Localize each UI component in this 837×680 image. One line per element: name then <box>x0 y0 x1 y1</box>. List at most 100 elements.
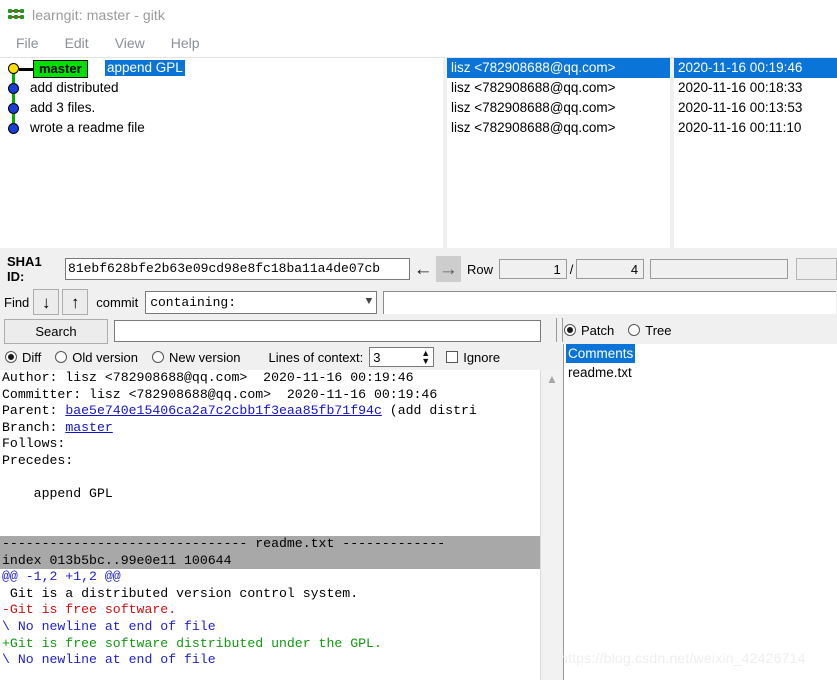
commit-author[interactable]: lisz <782908688@qq.com> <box>447 58 670 78</box>
radio-tree[interactable] <box>628 324 641 336</box>
branch-link[interactable]: master <box>65 420 112 435</box>
table-row[interactable]: master append GPL <box>0 58 443 78</box>
table-row[interactable]: wrote a readme file <box>0 118 443 138</box>
row-separator: / <box>569 261 574 277</box>
ignore-space-checkbox[interactable] <box>446 351 459 363</box>
radio-patch-label: Patch <box>581 322 615 338</box>
radio-tree-label: Tree <box>645 322 672 338</box>
menu-help[interactable]: Help <box>158 33 213 54</box>
row-extra-button[interactable] <box>795 258 837 280</box>
parent-sha-link[interactable]: bae5e740e15406ca2a7c2cbb1f3eaa85fb71f94c <box>65 403 382 418</box>
radio-new-version[interactable] <box>152 351 165 363</box>
commit-author[interactable]: lisz <782908688@qq.com> <box>447 98 670 118</box>
search-input[interactable] <box>114 320 541 342</box>
commit-subject[interactable]: wrote a readme file <box>28 120 147 136</box>
commit-date[interactable]: 2020-11-16 00:18:33 <box>674 78 837 98</box>
commit-subject[interactable]: add distributed <box>28 80 121 96</box>
commit-date-panel[interactable]: 2020-11-16 00:19:46 2020-11-16 00:18:33 … <box>674 58 837 248</box>
gitk-icon <box>8 7 24 23</box>
diff-index-line: index 013b5bc..99e0e11 100644 <box>0 552 540 570</box>
lines-of-context-value: 3 <box>373 349 381 365</box>
detail-branch-line: Branch: master <box>0 420 540 437</box>
row-extra-field[interactable] <box>650 259 788 279</box>
diff-added-line: +Git is free software distributed under … <box>2 635 382 651</box>
detail-blank-line <box>0 470 540 487</box>
find-commit-label: commit <box>96 294 139 310</box>
watermark-text: https://blog.csdn.net/weixin_42426714 <box>560 650 806 666</box>
branch-ref-label[interactable]: master <box>33 60 88 78</box>
find-mode-value: containing: <box>150 294 237 310</box>
chevron-down-icon: ▼ <box>365 296 373 308</box>
diff-removed-line: -Git is free software. <box>2 602 177 618</box>
diff-view[interactable]: Author: lisz <782908688@qq.com> 2020-11-… <box>0 370 540 680</box>
ignore-space-label: Ignore <box>463 349 501 365</box>
lines-of-context-stepper[interactable]: 3 ▲ ▼ <box>369 347 435 367</box>
title-bar: learngit: master - gitk <box>0 0 837 30</box>
commit-author-panel[interactable]: lisz <782908688@qq.com> lisz <782908688@… <box>447 58 670 248</box>
detail-parent-label: Parent: <box>2 403 66 419</box>
file-list-comments[interactable]: Comments <box>566 344 636 363</box>
graph-node-head <box>8 63 19 74</box>
detail-committer-line: Committer: lisz <782908688@qq.com> 2020-… <box>2 386 438 402</box>
search-row: Search <box>0 318 560 344</box>
detail-parent-subject: (add distri <box>381 403 477 419</box>
detail-author-line: Author: lisz <782908688@qq.com> 2020-11-… <box>2 370 414 385</box>
list-item[interactable]: readme.txt <box>564 363 837 382</box>
find-mode-select[interactable]: containing: ▼ <box>145 290 378 314</box>
find-input[interactable] <box>383 290 836 314</box>
commit-graph-panel[interactable]: master append GPL add distributed add 3 … <box>0 58 443 248</box>
radio-old-version[interactable] <box>55 351 68 363</box>
file-list-panel[interactable]: Comments readme.txt <box>563 344 837 680</box>
diff-hunk-header: @@ -1,2 +1,2 @@ <box>2 569 121 585</box>
table-row[interactable]: add 3 files. <box>0 98 443 118</box>
diff-scrollbar[interactable]: ▲ <box>540 370 563 680</box>
sha1-input[interactable]: 81ebf628bfe2b63e09cd98e8fc18ba11a4de07cb <box>65 258 411 280</box>
pane-divider[interactable] <box>556 318 563 342</box>
radio-patch[interactable] <box>564 324 576 336</box>
detail-precedes-line: Precedes: <box>2 452 74 468</box>
commit-date[interactable]: 2020-11-16 00:19:46 <box>674 58 837 78</box>
menu-view[interactable]: View <box>102 33 158 54</box>
commit-date[interactable]: 2020-11-16 00:11:10 <box>674 118 837 138</box>
spinner-down-icon[interactable]: ▼ <box>421 357 430 366</box>
find-label: Find <box>4 294 30 310</box>
sha1-row: SHA1 ID: 81ebf628bfe2b63e09cd98e8fc18ba1… <box>0 254 837 284</box>
detail-branch-label: Branch: <box>2 419 66 435</box>
scroll-up-icon[interactable]: ▲ <box>541 372 563 386</box>
commit-list-pane: master append GPL add distributed add 3 … <box>0 58 837 248</box>
file-list-readme[interactable]: readme.txt <box>566 363 634 382</box>
sha1-label: SHA1 ID: <box>7 254 42 284</box>
diff-file-header: ------------------------------- readme.t… <box>0 535 540 553</box>
arrow-left-icon[interactable]: ← <box>410 256 436 282</box>
table-row[interactable]: add distributed <box>0 78 443 98</box>
arrow-right-icon[interactable]: → <box>435 256 461 282</box>
diff-context-line: Git is a distributed version control sys… <box>2 585 359 601</box>
commit-author[interactable]: lisz <782908688@qq.com> <box>447 118 670 138</box>
search-button[interactable]: Search <box>4 318 108 344</box>
row-total-input: 4 <box>576 259 645 279</box>
detail-blank-line-2 <box>0 503 540 520</box>
spinner-arrows-icon[interactable]: ▲ ▼ <box>421 349 430 366</box>
radio-diff[interactable] <box>5 351 17 363</box>
commit-subject[interactable]: add 3 files. <box>28 100 97 116</box>
commit-date[interactable]: 2020-11-16 00:13:53 <box>674 98 837 118</box>
detail-follows-line: Follows: <box>2 436 66 452</box>
arrow-up-icon[interactable]: ↑ <box>62 289 89 315</box>
commit-message: append GPL <box>2 486 113 502</box>
row-current-input[interactable]: 1 <box>498 259 567 279</box>
radio-old-version-label: Old version <box>72 349 139 365</box>
commit-author[interactable]: lisz <782908688@qq.com> <box>447 78 670 98</box>
graph-node <box>8 83 19 94</box>
detail-blank-line-3 <box>0 519 540 536</box>
diff-nonewline-note: \ No newline at end of file <box>2 618 216 634</box>
menu-bar: File Edit View Help <box>0 30 837 58</box>
menu-edit[interactable]: Edit <box>52 33 102 54</box>
detail-parent-line: Parent: bae5e740e15406ca2a7c2cbb1f3eaa85… <box>0 403 540 420</box>
commit-subject[interactable]: append GPL <box>105 60 185 76</box>
list-item[interactable]: Comments <box>564 344 837 363</box>
window-title: learngit: master - gitk <box>32 7 166 23</box>
arrow-down-icon[interactable]: ↓ <box>33 289 60 315</box>
graph-node <box>8 103 19 114</box>
lines-of-context-label: Lines of context: <box>268 349 364 365</box>
menu-file[interactable]: File <box>3 33 52 54</box>
